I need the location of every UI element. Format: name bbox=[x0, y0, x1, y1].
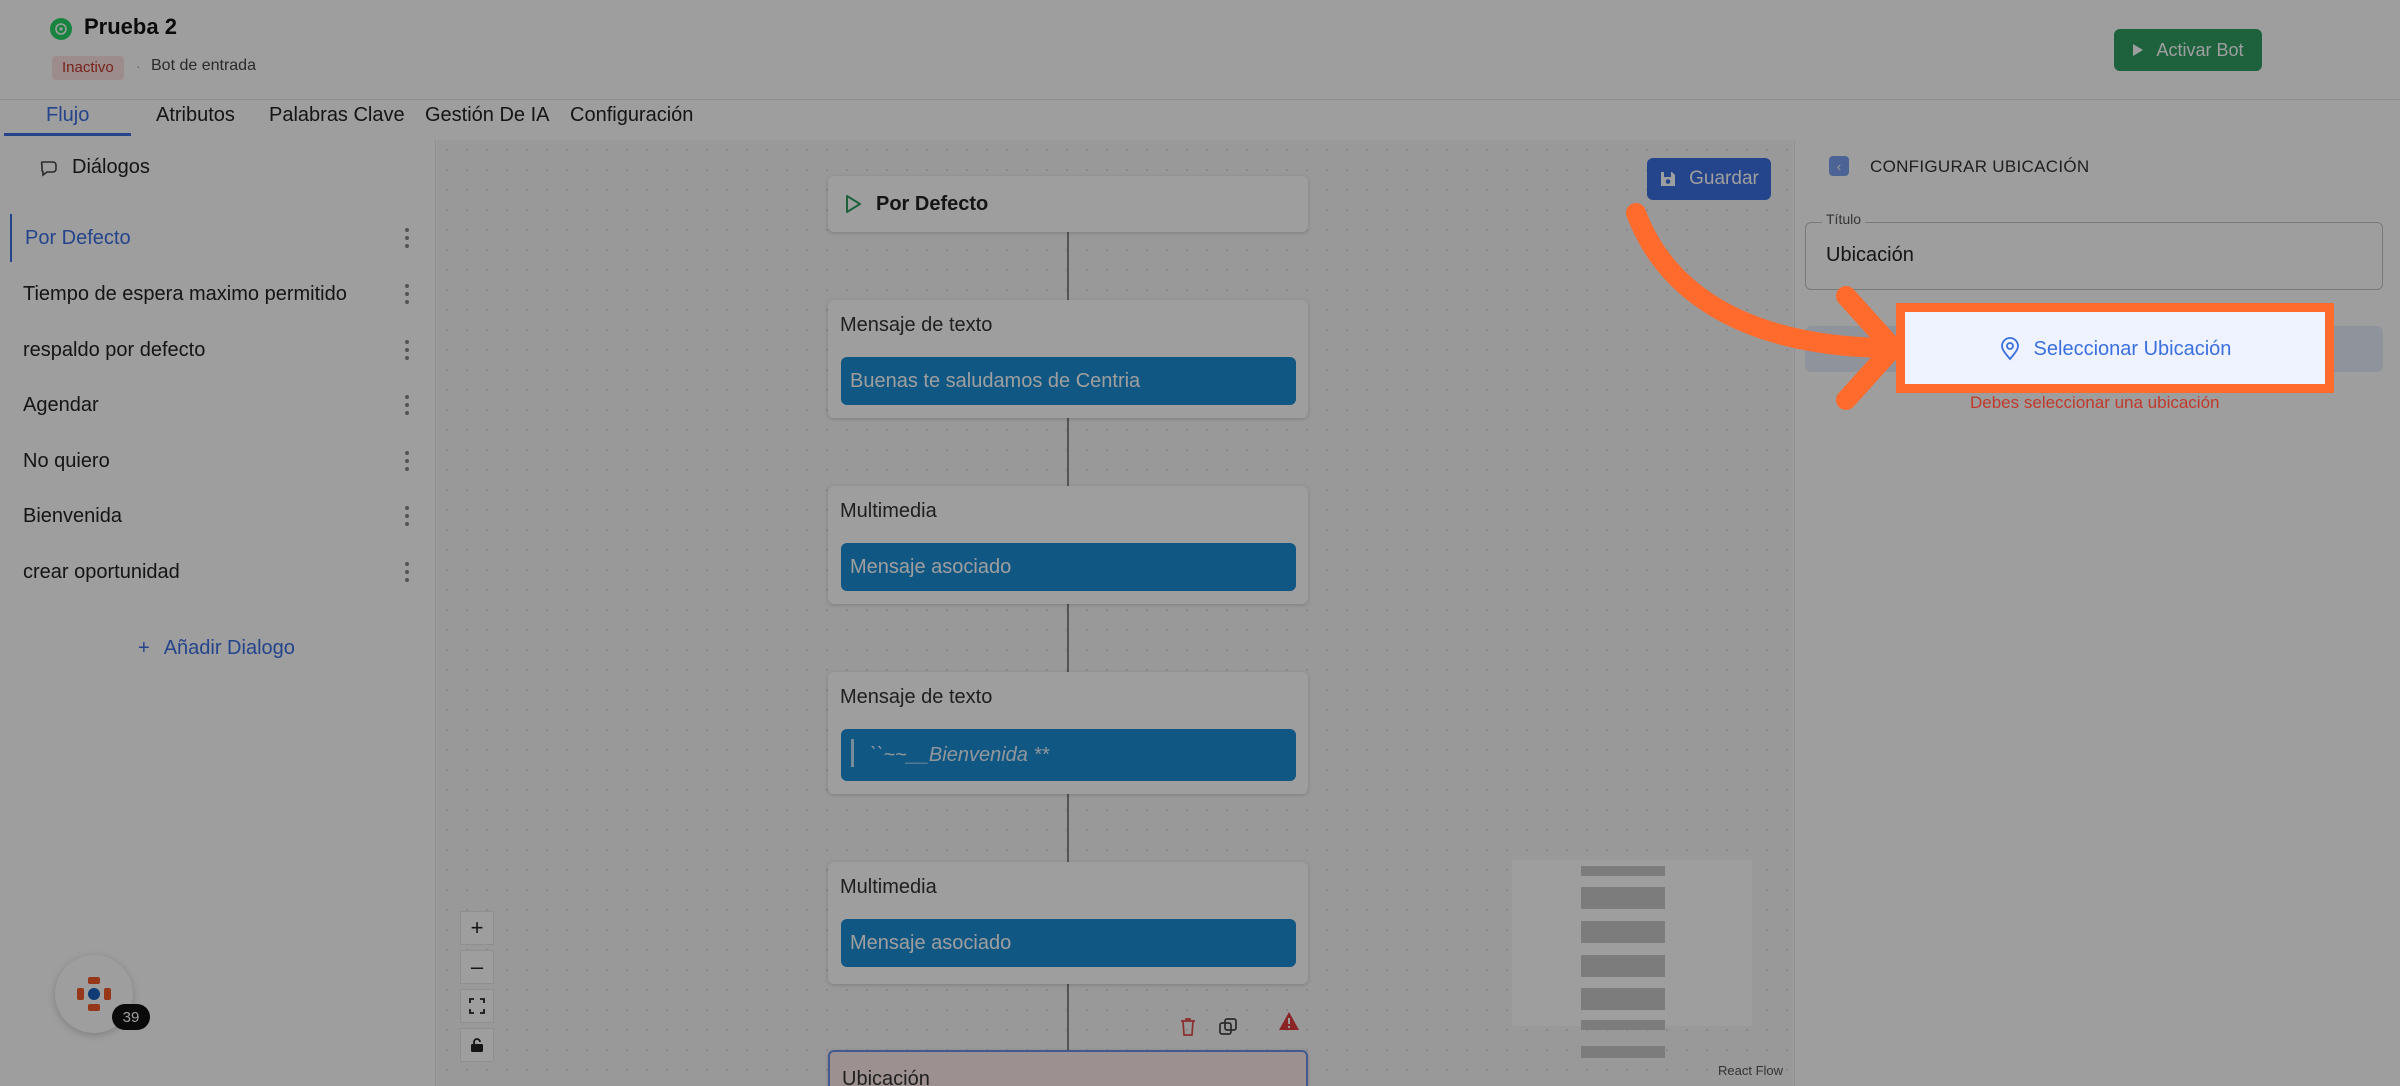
sidebar-item-tiempo-espera[interactable]: Tiempo de espera maximo permitido bbox=[10, 270, 420, 318]
more-options-icon[interactable] bbox=[404, 340, 410, 360]
sidebar-item-label: Tiempo de espera maximo permitido bbox=[23, 282, 347, 305]
minimap-node bbox=[1581, 955, 1665, 977]
flow-edge bbox=[1067, 418, 1069, 486]
sidebar-item-label: No quiero bbox=[23, 449, 110, 472]
sidebar-item-label: Por Defecto bbox=[25, 226, 131, 249]
tab-flujo[interactable]: Flujo bbox=[46, 104, 89, 127]
more-options-icon[interactable] bbox=[404, 562, 410, 582]
minimap-node bbox=[1581, 1020, 1665, 1030]
back-arrow-icon[interactable]: ‹ bbox=[1829, 156, 1849, 176]
active-tab-indicator bbox=[4, 133, 131, 136]
plus-icon: + bbox=[138, 637, 150, 659]
node-content: Buenas te saludamos de Centria bbox=[841, 357, 1296, 405]
fit-view-icon bbox=[469, 998, 485, 1014]
sidebar-item-label: Agendar bbox=[23, 393, 99, 416]
sidebar-item-crear-oportunidad[interactable]: crear oportunidad bbox=[10, 548, 420, 596]
sidebar-item-bienvenida[interactable]: Bienvenida bbox=[10, 492, 420, 540]
tab-palabras-clave[interactable]: Palabras Clave bbox=[269, 104, 405, 127]
tab-configuracion[interactable]: Configuración bbox=[570, 104, 693, 127]
more-options-icon[interactable] bbox=[404, 228, 410, 248]
title-field-label: Título bbox=[1822, 211, 1866, 227]
lock-icon bbox=[471, 1038, 483, 1052]
whatsapp-icon bbox=[50, 18, 72, 40]
save-button[interactable]: Guardar bbox=[1647, 158, 1771, 200]
warning-icon bbox=[1279, 1012, 1299, 1030]
title-field-value[interactable]: Ubicación bbox=[1826, 244, 1914, 267]
flow-edge bbox=[1067, 984, 1069, 1050]
node-type-label: Mensaje de texto bbox=[840, 314, 993, 336]
sidebar-title: Diálogos bbox=[72, 156, 150, 178]
bot-type-label: Bot de entrada bbox=[151, 57, 256, 74]
separator: · bbox=[136, 58, 141, 74]
sidebar-item-label: crear oportunidad bbox=[23, 560, 180, 583]
node-content: ``~~__Bienvenida ** bbox=[841, 729, 1296, 781]
minimap-node bbox=[1581, 866, 1665, 876]
node-content: Mensaje asociado bbox=[841, 919, 1296, 967]
flow-node-text[interactable]: Mensaje de texto Buenas te saludamos de … bbox=[828, 300, 1308, 418]
fit-view-button[interactable] bbox=[460, 989, 494, 1023]
play-circle-icon bbox=[846, 195, 861, 213]
location-error-message: Debes seleccionar una ubicación bbox=[1970, 393, 2220, 412]
zoom-in-button[interactable]: + bbox=[460, 911, 494, 945]
activate-bot-label: Activar Bot bbox=[2156, 39, 2244, 60]
save-label: Guardar bbox=[1689, 168, 1759, 189]
minimap-node bbox=[1581, 887, 1665, 909]
node-content-text: ``~~__Bienvenida ** bbox=[870, 743, 1050, 766]
sidebar-item-label: Bienvenida bbox=[23, 504, 122, 527]
flow-node-location[interactable]: Ubicación bbox=[828, 1050, 1308, 1086]
sidebar-item-agendar[interactable]: Agendar bbox=[10, 381, 420, 429]
minimap-node bbox=[1581, 1046, 1665, 1058]
save-icon bbox=[1661, 172, 1676, 186]
node-type-label: Mensaje de texto bbox=[840, 686, 993, 708]
node-title: Por Defecto bbox=[876, 192, 989, 215]
flow-edge bbox=[1067, 232, 1069, 300]
node-type-label: Ubicación bbox=[842, 1068, 930, 1086]
tab-atributos[interactable]: Atributos bbox=[156, 104, 235, 127]
delete-icon[interactable] bbox=[1178, 1016, 1198, 1038]
add-dialog-button[interactable]: + Añadir Dialogo bbox=[138, 637, 295, 660]
add-dialog-label: Añadir Dialogo bbox=[163, 637, 295, 659]
duplicate-icon[interactable] bbox=[1217, 1016, 1239, 1038]
bot-title: Prueba 2 bbox=[84, 14, 177, 39]
flow-edge bbox=[1067, 794, 1069, 862]
play-icon bbox=[2133, 44, 2144, 56]
flow-node-start[interactable]: Por Defecto bbox=[828, 176, 1308, 232]
more-options-icon[interactable] bbox=[404, 395, 410, 415]
sidebar-item-label: respaldo por defecto bbox=[23, 338, 206, 361]
more-options-icon[interactable] bbox=[404, 451, 410, 471]
highlight-box bbox=[1896, 303, 2334, 393]
top-header bbox=[0, 0, 2400, 100]
lock-button[interactable] bbox=[460, 1028, 494, 1062]
sidebar-item-no-quiero[interactable]: No quiero bbox=[10, 437, 420, 485]
node-type-label: Multimedia bbox=[840, 500, 937, 522]
chat-icon bbox=[40, 161, 57, 177]
flow-node-text[interactable]: Mensaje de texto ``~~__Bienvenida ** bbox=[828, 672, 1308, 794]
notification-count-badge: 39 bbox=[112, 1004, 150, 1030]
tab-gestion-ia[interactable]: Gestión De IA bbox=[425, 104, 550, 127]
zoom-out-button[interactable]: – bbox=[460, 950, 494, 984]
activate-bot-button[interactable]: Activar Bot bbox=[2114, 29, 2262, 71]
more-options-icon[interactable] bbox=[404, 506, 410, 526]
app-logo-icon bbox=[77, 977, 111, 1011]
sidebar-item-por-defecto[interactable]: Por Defecto bbox=[10, 214, 420, 262]
flow-edge bbox=[1067, 604, 1069, 672]
node-content: Mensaje asociado bbox=[841, 543, 1296, 591]
minimap-node bbox=[1581, 988, 1665, 1010]
node-type-label: Multimedia bbox=[840, 876, 937, 898]
sidebar-item-respaldo[interactable]: respaldo por defecto bbox=[10, 326, 420, 374]
more-options-icon[interactable] bbox=[404, 284, 410, 304]
minimap-node bbox=[1581, 921, 1665, 943]
flow-node-multimedia[interactable]: Multimedia Mensaje asociado bbox=[828, 486, 1308, 604]
react-flow-attribution[interactable]: React Flow bbox=[1718, 1063, 1783, 1078]
panel-title: CONFIGURAR UBICACIÓN bbox=[1870, 157, 2090, 176]
status-badge: Inactivo bbox=[52, 56, 124, 80]
flow-node-multimedia[interactable]: Multimedia Mensaje asociado bbox=[828, 862, 1308, 984]
